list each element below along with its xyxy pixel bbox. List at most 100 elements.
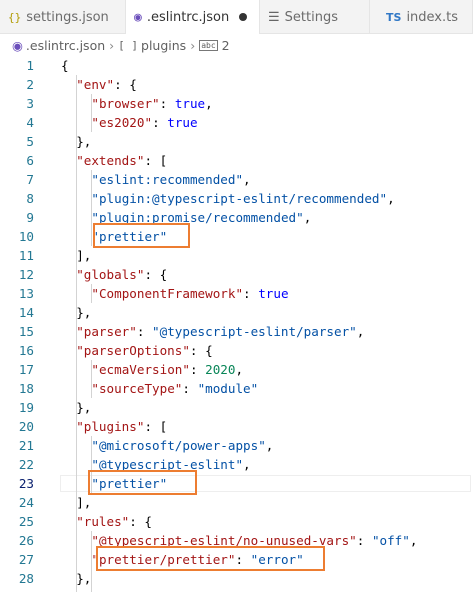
code-line[interactable]: 24],	[0, 493, 473, 512]
code-text: "es2020": true	[91, 115, 198, 130]
chevron-right-icon: ›	[109, 37, 115, 53]
code-line[interactable]: 8 "plugin:@typescript-eslint/recommended"…	[0, 189, 473, 208]
line-number: 27	[18, 552, 34, 567]
line-number: 6	[26, 153, 34, 168]
code-line[interactable]: 6 "extends": [	[0, 151, 473, 170]
code-text: "parser": "@typescript-eslint/parser",	[76, 324, 365, 339]
code-line[interactable]: 25 "rules": {	[0, 512, 473, 531]
code-line[interactable]: 21 "@microsoft/power-apps",	[0, 436, 473, 455]
indent-guide	[91, 284, 92, 303]
line-number: 18	[18, 381, 34, 396]
array-icon: [ ]	[118, 38, 139, 52]
line-number: 3	[26, 96, 34, 111]
code-text: "eslint:recommended",	[91, 172, 251, 187]
breadcrumb-item[interactable]: 2	[222, 38, 230, 53]
tab-label: Settings	[284, 9, 338, 25]
tab-label: settings.json	[26, 9, 109, 25]
code-line[interactable]: 12 "globals": {	[0, 265, 473, 284]
code-line[interactable]: 19},	[0, 398, 473, 417]
highlight-box-plugins-prettier	[88, 470, 197, 495]
code-line[interactable]: 14},	[0, 303, 473, 322]
code-line[interactable]: 3 "browser": true,	[0, 94, 473, 113]
code-text: "parserOptions": {	[76, 343, 213, 358]
code-editor[interactable]: 28}, 27 "prettier/prettier": "error" 26 "@ty…	[0, 56, 473, 592]
tab-eslintrc-json[interactable]: ◉ .eslintrc.json	[126, 0, 260, 34]
code-line[interactable]: 1{	[0, 56, 473, 75]
code-text: },	[76, 305, 92, 320]
code-text: "plugins": [	[76, 419, 168, 434]
line-number: 8	[26, 191, 34, 206]
code-text: "@microsoft/power-apps",	[91, 438, 274, 453]
eslint-file-icon: ◉	[12, 37, 23, 53]
line-number: 25	[18, 514, 34, 529]
line-number: 24	[18, 495, 34, 510]
code-line[interactable]: 15 "parser": "@typescript-eslint/parser",	[0, 322, 473, 341]
tab-settings-json[interactable]: {} settings.json	[0, 0, 126, 34]
tab-settings[interactable]: ☰ Settings	[260, 0, 370, 34]
code-line[interactable]: 20 "plugins": [	[0, 417, 473, 436]
line-number: 22	[18, 457, 34, 472]
code-line[interactable]: 23 "prettier"	[0, 474, 473, 493]
chevron-right-icon: ›	[190, 37, 196, 53]
line-number: 28	[18, 571, 34, 586]
tab-index-ts[interactable]: TS index.ts	[370, 0, 473, 34]
code-line[interactable]: 9 "plugin:promise/recommended",	[0, 208, 473, 227]
code-line[interactable]: 11],	[0, 246, 473, 265]
code-text: },	[76, 571, 92, 586]
line-number: 7	[26, 172, 34, 187]
unsaved-dot-icon[interactable]	[239, 13, 248, 21]
line-number: 5	[26, 134, 34, 149]
line-number: 21	[18, 438, 34, 453]
code-text: "rules": {	[76, 514, 153, 529]
code-text: "extends": [	[76, 153, 168, 168]
typescript-file-icon: TS	[386, 10, 402, 24]
tab-bar: {} settings.json ◉ .eslintrc.json ☰ Sett…	[0, 0, 473, 34]
line-number: 14	[18, 305, 34, 320]
code-line[interactable]: 5},	[0, 132, 473, 151]
code-text: ],	[76, 495, 92, 510]
code-line[interactable]: 16 "parserOptions": {	[0, 341, 473, 360]
code-text: "browser": true,	[91, 96, 213, 111]
string-icon: abc	[199, 39, 218, 51]
code-text: "env": {	[76, 77, 137, 92]
code-text: "plugin:@typescript-eslint/recommended",	[91, 191, 395, 206]
code-line[interactable]: 22 "@typescript-eslint",	[0, 455, 473, 474]
line-number: 10	[18, 229, 34, 244]
code-text: "ComponentFramework": true	[91, 286, 289, 301]
code-text: "ecmaVersion": 2020,	[91, 362, 244, 377]
tab-label: .eslintrc.json	[146, 9, 230, 25]
code-text: },	[76, 400, 92, 415]
tab-label: index.ts	[406, 9, 459, 25]
code-text: },	[76, 134, 92, 149]
line-number: 13	[18, 286, 34, 301]
code-line[interactable]: 10 "prettier"	[0, 227, 473, 246]
line-number: 12	[18, 267, 34, 282]
code-text: "sourceType": "module"	[91, 381, 259, 396]
code-line[interactable]: 7 "eslint:recommended",	[0, 170, 473, 189]
indent-guide	[91, 94, 92, 132]
code-text: "globals": {	[76, 267, 168, 282]
code-text: ],	[76, 248, 92, 263]
line-number: 16	[18, 343, 34, 358]
code-line[interactable]: 13 "ComponentFramework": true	[0, 284, 473, 303]
code-line[interactable]: 28},	[0, 569, 473, 588]
highlight-box-extends-prettier	[93, 223, 190, 248]
code-line[interactable]: 17 "ecmaVersion": 2020,	[0, 360, 473, 379]
breadcrumb: ◉ .eslintrc.json › [ ] plugins › abc 2	[0, 34, 473, 56]
highlight-box-prettier-rule	[96, 546, 325, 571]
code-line[interactable]: 18 "sourceType": "module"	[0, 379, 473, 398]
line-number: 17	[18, 362, 34, 377]
line-number: 20	[18, 419, 34, 434]
indent-guide	[91, 360, 92, 398]
indent-guide	[91, 170, 92, 246]
breadcrumb-section[interactable]: plugins	[141, 38, 186, 53]
indent-guide	[76, 75, 77, 592]
line-number: 15	[18, 324, 34, 339]
json-file-icon: {}	[8, 10, 22, 24]
code-line[interactable]: 2 "env": {	[0, 75, 473, 94]
eslint-file-icon: ◉	[134, 9, 142, 25]
line-number: 26	[18, 533, 34, 548]
code-line[interactable]: 4 "es2020": true	[0, 113, 473, 132]
breadcrumb-file[interactable]: .eslintrc.json	[26, 38, 105, 53]
line-number: 9	[26, 210, 34, 225]
